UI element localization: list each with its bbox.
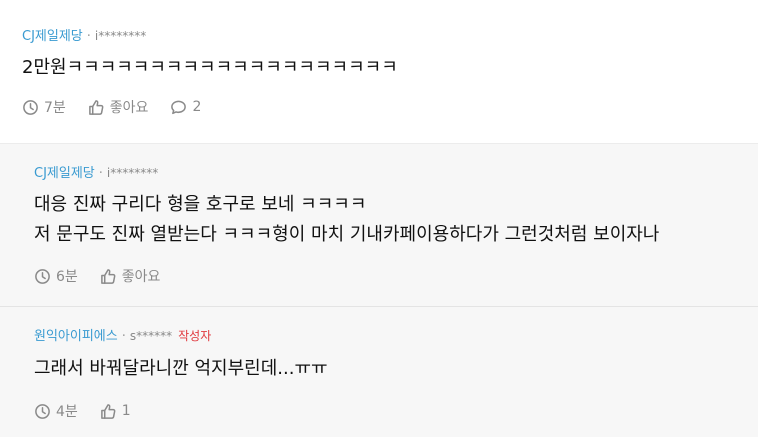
comment-text: 대응 진짜 구리다 형을 호구로 보네 ㅋㅋㅋㅋ 저 문구도 진짜 열받는다 ㅋ… bbox=[34, 190, 659, 250]
comment-item: CJ제일제당 · i******** 2만원ㅋㅋㅋㅋㅋㅋㅋㅋㅋㅋㅋㅋㅋㅋㅋㅋㅋㅋㅋㅋ… bbox=[0, 0, 758, 143]
time-label: 4분 bbox=[56, 404, 78, 420]
comment-meta: CJ제일제당 · i******** bbox=[34, 165, 158, 182]
speech-bubble-icon bbox=[171, 100, 187, 114]
meta-separator: · bbox=[121, 329, 126, 344]
comment-meta: CJ제일제당 · i******** bbox=[22, 28, 146, 45]
like-label: 좋아요 bbox=[109, 100, 149, 116]
author-badge: 작성자 bbox=[178, 329, 212, 343]
reply-count: 2 bbox=[192, 99, 202, 115]
comment-actions: 4분 1 bbox=[34, 401, 153, 421]
author-nickname[interactable]: 원익아이피에스 bbox=[34, 329, 118, 344]
timestamp: 4분 bbox=[34, 401, 78, 421]
clock-icon bbox=[35, 403, 50, 419]
clock-icon bbox=[35, 268, 50, 284]
reply-item: 원익아이피에스 · s****** 작성자 그래서 바꿔달라니깐 억지부린데...ㅠㅠ… bbox=[0, 306, 758, 437]
meta-separator: · bbox=[86, 29, 91, 44]
comment-meta: 원익아이피에스 · s****** 작성자 bbox=[34, 328, 211, 345]
author-id: i******** bbox=[94, 29, 147, 43]
timestamp: 7분 bbox=[22, 97, 66, 117]
comment-line: 대응 진짜 구리다 형을 호구로 보네 ㅋㅋㅋㅋ bbox=[34, 194, 367, 215]
comment-text: 그래서 바꿔달라니깐 억지부린데...ㅠㅠ bbox=[34, 354, 328, 384]
thumbs-up-icon bbox=[100, 403, 116, 419]
comment-actions: 7분 좋아요 2 bbox=[22, 97, 223, 117]
author-id: i******** bbox=[106, 166, 159, 180]
reply-button[interactable]: 2 bbox=[170, 99, 201, 116]
timestamp: 6분 bbox=[34, 266, 78, 286]
like-button[interactable]: 좋아요 bbox=[88, 97, 149, 117]
thumbs-up-icon bbox=[88, 99, 104, 115]
like-label: 좋아요 bbox=[121, 269, 161, 285]
time-label: 6분 bbox=[56, 269, 78, 285]
comment-line: 그래서 바꿔달라니깐 억지부린데...ㅠㅠ bbox=[34, 358, 328, 379]
like-button[interactable]: 1 bbox=[100, 403, 131, 420]
time-label: 7분 bbox=[44, 100, 66, 116]
reply-item: CJ제일제당 · i******** 대응 진짜 구리다 형을 호구로 보네 ㅋㅋㅋ… bbox=[0, 143, 758, 306]
author-id: s****** bbox=[129, 329, 173, 343]
comment-line: 저 문구도 진짜 열받는다 ㅋㅋㅋ형이 마치 기내카페이용하다가 그런것처럼 보… bbox=[34, 224, 660, 245]
clock-icon bbox=[23, 99, 38, 115]
like-count: 1 bbox=[121, 403, 131, 419]
like-button[interactable]: 좋아요 bbox=[100, 266, 161, 286]
author-nickname[interactable]: CJ제일제당 bbox=[22, 29, 83, 44]
author-nickname[interactable]: CJ제일제당 bbox=[34, 166, 95, 181]
comment-actions: 6분 좋아요 bbox=[34, 266, 182, 286]
comment-text: 2만원ㅋㅋㅋㅋㅋㅋㅋㅋㅋㅋㅋㅋㅋㅋㅋㅋㅋㅋㅋㅋ bbox=[22, 53, 398, 83]
meta-separator: · bbox=[98, 166, 103, 181]
comment-line: 2만원ㅋㅋㅋㅋㅋㅋㅋㅋㅋㅋㅋㅋㅋㅋㅋㅋㅋㅋㅋㅋ bbox=[22, 57, 398, 78]
thumbs-up-icon bbox=[100, 268, 116, 284]
